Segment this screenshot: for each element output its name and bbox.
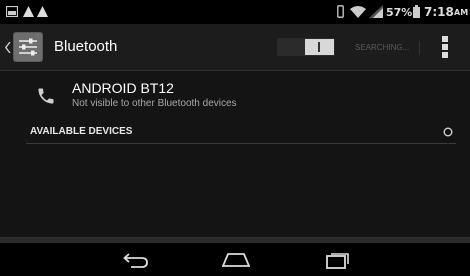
action-bar: Bluetooth SEARCHING... <box>0 24 470 71</box>
back-chevron-icon <box>5 42 11 53</box>
home-icon <box>222 253 250 267</box>
battery-percent: 57% <box>386 6 413 19</box>
overflow-menu-icon <box>442 36 448 58</box>
up-navigation-button[interactable] <box>3 29 45 65</box>
toggle-thumb <box>305 39 334 55</box>
bluetooth-content: ANDROID BT12 Not visible to other Blueto… <box>0 71 470 237</box>
bluetooth-toggle[interactable] <box>277 38 335 56</box>
page-title: Bluetooth <box>54 38 118 55</box>
warning-icon <box>37 6 48 17</box>
device-visibility: Not visible to other Bluetooth devices <box>72 98 237 109</box>
section-divider <box>26 143 456 144</box>
spinner-icon <box>443 127 453 137</box>
this-device-row[interactable]: ANDROID BT12 Not visible to other Blueto… <box>30 77 450 119</box>
warning-icon <box>23 6 34 17</box>
settings-sliders-icon <box>13 32 43 62</box>
available-devices-header: AVAILABLE DEVICES <box>30 126 133 137</box>
back-icon <box>123 253 148 268</box>
overflow-menu-button[interactable] <box>436 34 454 60</box>
clock-time: 7:18 <box>424 5 454 19</box>
recents-icon <box>326 253 349 269</box>
toggle-on-mark <box>318 42 320 52</box>
navigation-bar <box>0 243 470 276</box>
clock-ampm: AM <box>454 8 469 17</box>
status-bar: 57% 7:18 AM <box>0 0 470 24</box>
signal-icon <box>369 5 383 18</box>
vibrate-icon <box>337 5 344 18</box>
searching-label[interactable]: SEARCHING... <box>355 43 409 52</box>
battery-icon <box>413 5 420 18</box>
image-icon <box>6 6 18 17</box>
nav-back-button[interactable] <box>116 247 156 273</box>
action-divider <box>419 41 420 55</box>
wifi-icon <box>350 6 366 18</box>
nav-recents-button[interactable] <box>318 247 358 273</box>
device-name: ANDROID BT12 <box>72 80 174 96</box>
nav-home-button[interactable] <box>216 247 256 273</box>
phone-icon <box>38 88 54 104</box>
